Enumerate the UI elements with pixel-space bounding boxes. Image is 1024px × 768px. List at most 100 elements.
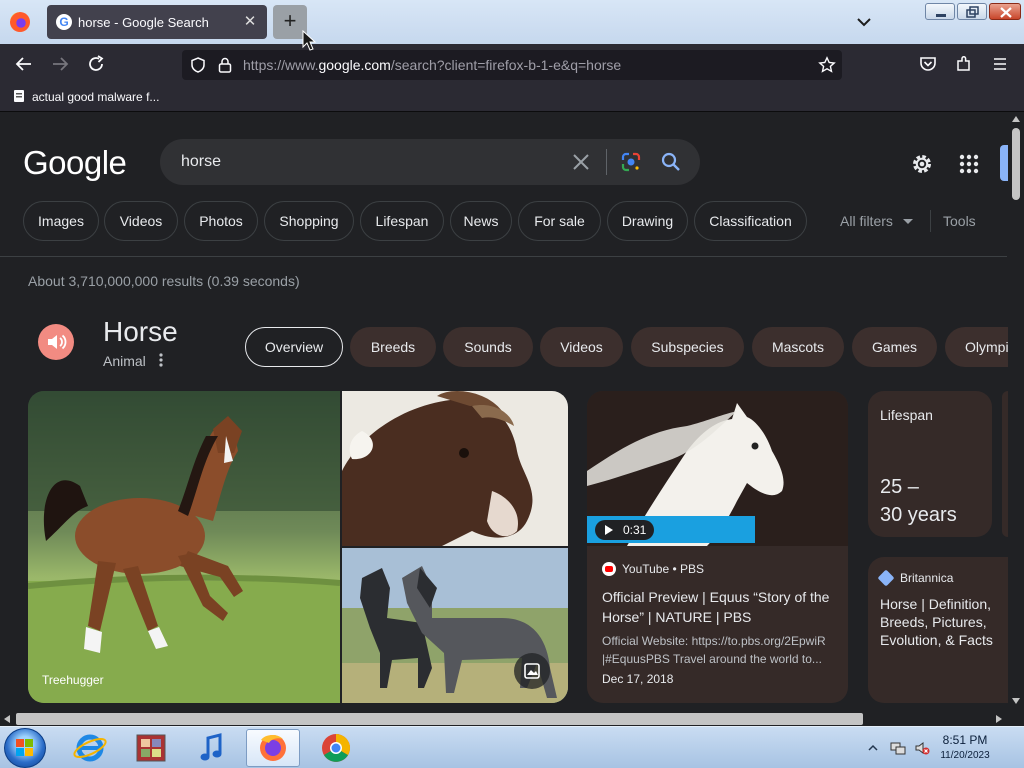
google-logo[interactable]: Google (23, 144, 127, 182)
system-clock[interactable]: 8:51 PM 11/20/2023 (930, 733, 1000, 763)
close-tab-icon[interactable]: ✕ (241, 13, 259, 31)
film-strip-icon (136, 734, 166, 762)
britannica-card[interactable]: Britannica Horse | Definition, Breeds, P… (868, 557, 1008, 703)
video-thumbnail[interactable]: 0:31 (587, 391, 848, 546)
url-text[interactable]: https://www.google.com/search?client=fir… (243, 57, 621, 73)
scroll-up-arrow-icon[interactable] (1012, 116, 1020, 122)
network-icon[interactable] (890, 740, 906, 756)
britannica-title[interactable]: Horse | Definition, Breeds, Pictures, Ev… (880, 595, 1004, 649)
google-lens-icon[interactable] (620, 151, 642, 173)
windows-logo-icon (16, 739, 33, 756)
pronounce-button[interactable] (38, 324, 74, 360)
search-box[interactable]: horse (160, 139, 700, 185)
volume-muted-icon[interactable] (914, 740, 930, 756)
extensions-icon[interactable] (954, 54, 974, 74)
britannica-source: Britannica (877, 569, 953, 587)
filter-chip-videos[interactable]: Videos (104, 201, 178, 241)
firefox-menu-icon[interactable] (10, 12, 30, 32)
tab-sounds[interactable]: Sounds (443, 327, 533, 367)
more-options-icon[interactable] (157, 352, 165, 368)
lock-icon[interactable] (217, 56, 233, 74)
tab-overview[interactable]: Overview (245, 327, 343, 367)
lifespan-value-line2: 30 years (880, 504, 957, 526)
filter-chip-photos[interactable]: Photos (184, 201, 258, 241)
tab-videos[interactable]: Videos (540, 327, 623, 367)
hamburger-menu-icon[interactable] (990, 54, 1010, 74)
mouse-cursor-icon (302, 30, 317, 51)
entity-subtitle: Animal (103, 353, 146, 369)
google-apps-icon[interactable] (957, 152, 981, 176)
nav-toolbar: https://www.google.com/search?client=fir… (0, 44, 1024, 84)
image-icon (524, 663, 540, 679)
chevron-down-icon[interactable] (855, 14, 873, 30)
tools-button[interactable]: Tools (943, 213, 976, 229)
vertical-scroll-thumb[interactable] (1012, 128, 1020, 200)
all-filters-button[interactable]: All filters (840, 213, 913, 229)
pocket-icon[interactable] (918, 54, 938, 74)
filter-chip-classification[interactable]: Classification (694, 201, 807, 241)
tab-breeds[interactable]: Breeds (350, 327, 436, 367)
start-button[interactable] (4, 728, 46, 768)
filter-chip-shopping[interactable]: Shopping (264, 201, 354, 241)
close-window-button[interactable] (989, 3, 1021, 20)
scroll-right-arrow-icon[interactable] (996, 715, 1002, 723)
reload-icon[interactable] (86, 54, 106, 74)
taskbar-chrome[interactable] (309, 729, 363, 767)
minimize-button[interactable] (925, 3, 955, 20)
tab-games[interactable]: Games (852, 327, 937, 367)
back-arrow-icon[interactable] (14, 54, 34, 74)
search-results-page: Google horse Images Videos Photos Shoppi… (0, 112, 1024, 712)
search-icon[interactable] (660, 151, 682, 173)
filter-chip-lifespan[interactable]: Lifespan (360, 201, 444, 241)
video-source[interactable]: YouTube • PBS (602, 562, 704, 576)
show-hidden-icons-icon[interactable] (868, 740, 878, 756)
tab-google-search[interactable]: horse - Google Search ✕ (47, 5, 267, 39)
forward-arrow-icon[interactable] (50, 54, 70, 74)
filter-chip-drawing[interactable]: Drawing (607, 201, 688, 241)
header-divider (0, 256, 1007, 257)
taskbar-media-center[interactable] (124, 729, 178, 767)
filter-chip-news[interactable]: News (450, 201, 512, 241)
horse-image-main[interactable]: Treehugger (28, 391, 340, 703)
shield-icon[interactable] (189, 56, 207, 74)
horse-image-head[interactable] (342, 391, 568, 546)
clear-search-icon[interactable] (570, 151, 592, 173)
video-title[interactable]: Official Preview | Equus “Story of the H… (602, 587, 838, 627)
taskbar-internet-explorer[interactable] (63, 729, 117, 767)
horse-head-photo (342, 391, 568, 546)
horse-image-pair[interactable] (342, 548, 568, 703)
restore-button[interactable] (957, 3, 987, 20)
image-viewer-button[interactable] (514, 653, 550, 689)
running-horse-photo (28, 391, 340, 703)
taskbar-firefox[interactable] (246, 729, 300, 767)
url-bar[interactable]: https://www.google.com/search?client=fir… (182, 50, 842, 80)
speaker-icon (48, 334, 67, 350)
youtube-icon (602, 562, 616, 576)
britannica-icon (877, 569, 895, 587)
vertical-scrollbar[interactable] (1008, 112, 1024, 712)
chrome-icon (322, 734, 350, 762)
tab-mascots[interactable]: Mascots (752, 327, 844, 367)
search-input[interactable]: horse (181, 153, 221, 171)
scroll-down-arrow-icon[interactable] (1012, 698, 1020, 704)
lifespan-card[interactable]: Lifespan 25 – 30 years (868, 391, 992, 537)
bookmark-item[interactable]: actual good malware f... (12, 89, 159, 104)
clock-time: 8:51 PM (942, 733, 988, 747)
bookmark-star-icon[interactable] (818, 56, 836, 74)
scroll-left-arrow-icon[interactable] (4, 715, 10, 723)
internet-explorer-icon (73, 734, 107, 762)
music-note-icon (200, 733, 222, 761)
lifespan-label: Lifespan (880, 407, 933, 423)
bookmarks-toolbar: actual good malware f... (0, 84, 1024, 112)
tab-subspecies[interactable]: Subspecies (631, 327, 744, 367)
video-result-card[interactable]: 0:31 YouTube • PBS Official Preview | Eq… (587, 391, 848, 703)
horizontal-scrollbar[interactable] (0, 712, 1008, 726)
firefox-icon (260, 734, 286, 761)
lifespan-value: 25 – 30 years (880, 473, 957, 529)
filter-chip-for-sale[interactable]: For sale (518, 201, 601, 241)
horizontal-scroll-thumb[interactable] (16, 713, 863, 725)
taskbar-itunes[interactable] (185, 729, 239, 767)
filter-chip-images[interactable]: Images (23, 201, 99, 241)
video-duration: 0:31 (595, 520, 655, 540)
settings-gear-icon[interactable] (910, 152, 934, 176)
